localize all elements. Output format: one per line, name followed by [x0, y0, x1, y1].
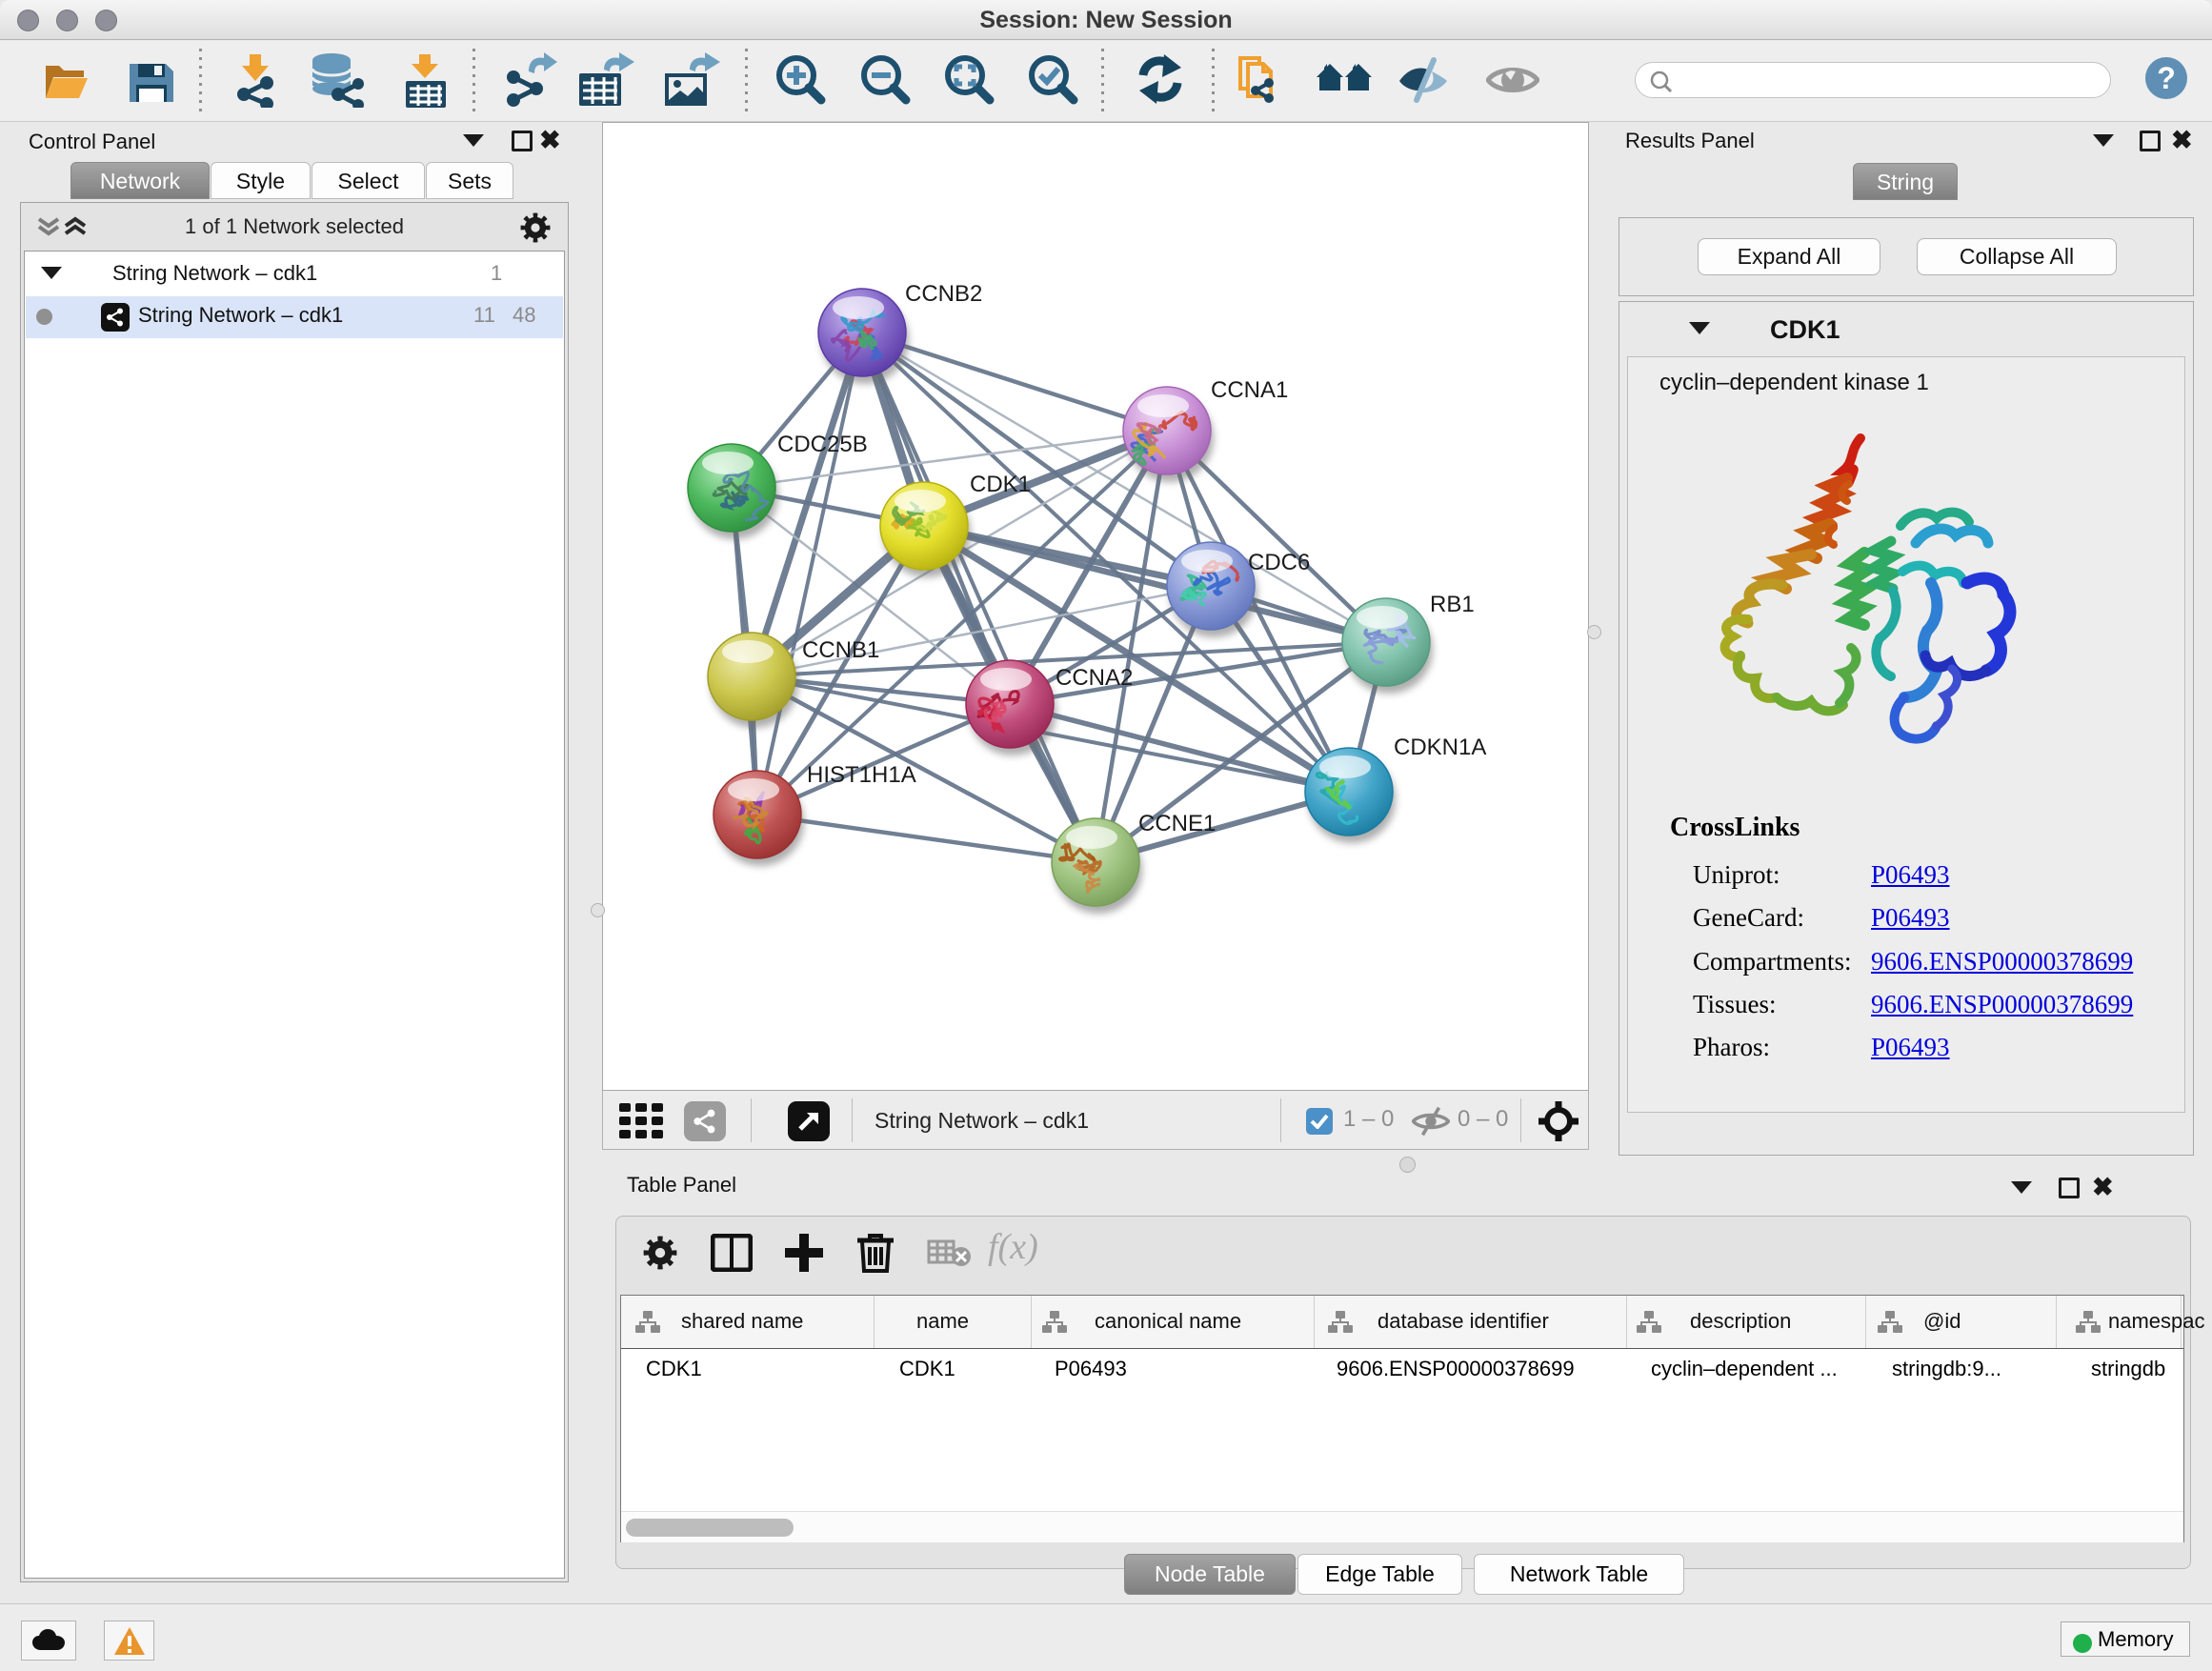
svg-text:RB1: RB1: [1430, 592, 1475, 617]
svg-text:CDC6: CDC6: [1248, 550, 1310, 575]
svg-text:CCNE1: CCNE1: [1138, 811, 1216, 836]
svg-text:CCNB2: CCNB2: [905, 281, 982, 307]
svg-text:CCNA1: CCNA1: [1211, 377, 1288, 403]
svg-text:CCNA2: CCNA2: [1056, 665, 1133, 691]
svg-text:CCNB1: CCNB1: [802, 637, 879, 663]
svg-text:CDKN1A: CDKN1A: [1394, 735, 1486, 760]
svg-text:HIST1H1A: HIST1H1A: [807, 762, 916, 788]
svg-text:CDK1: CDK1: [970, 472, 1031, 497]
svg-text:CDC25B: CDC25B: [777, 432, 868, 457]
